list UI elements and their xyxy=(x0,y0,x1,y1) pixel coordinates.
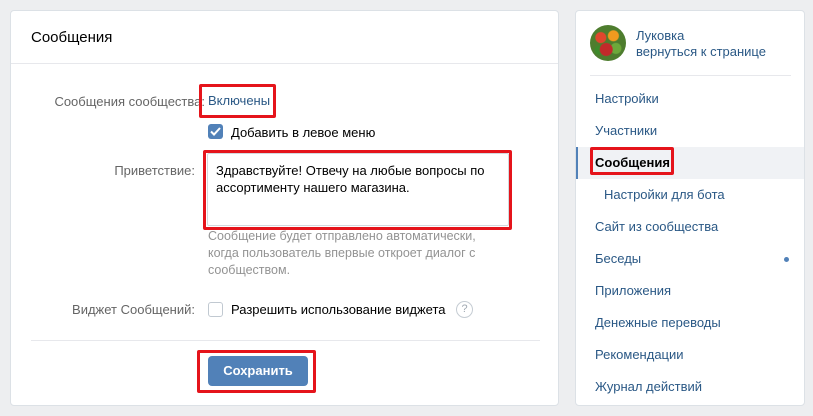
highlight-frame xyxy=(199,84,276,118)
community-messages-label: Сообщения сообщества: xyxy=(54,94,205,109)
highlight-frame xyxy=(197,350,316,393)
sidebar-item-settings[interactable]: Настройки xyxy=(576,83,804,115)
sidebar-item-label: Беседы xyxy=(595,251,642,266)
sidebar-item-label: Настройки xyxy=(595,91,659,106)
unread-dot-icon xyxy=(784,257,789,262)
sidebar-item-label: Журнал действий xyxy=(595,379,703,394)
add-to-menu-checkbox[interactable] xyxy=(208,124,223,139)
sidebar-item-action-log[interactable]: Журнал действий xyxy=(576,371,804,403)
sidebar-item-label: Участники xyxy=(595,123,658,138)
messages-settings-panel: Сообщения Сообщения сообщества: Включены… xyxy=(10,10,559,406)
sidebar-item-label: Настройки для бота xyxy=(604,187,725,202)
sidebar-item-money-transfers[interactable]: Денежные переводы xyxy=(576,307,804,339)
highlight-frame xyxy=(203,150,512,230)
sidebar-item-community-site[interactable]: Сайт из сообщества xyxy=(576,211,804,243)
check-icon xyxy=(210,127,221,136)
sidebar-item-label: Приложения xyxy=(595,283,672,298)
add-to-menu-label[interactable]: Добавить в левое меню xyxy=(231,125,375,140)
sidebar-item-apps[interactable]: Приложения xyxy=(576,275,804,307)
sidebar-item-bot-settings[interactable]: Настройки для бота xyxy=(576,179,804,211)
settings-sidebar: Луковка вернуться к странице Настройки У… xyxy=(575,10,805,406)
sidebar-item-chats[interactable]: Беседы xyxy=(576,243,804,275)
avatar[interactable] xyxy=(590,25,626,61)
back-to-page-link[interactable]: вернуться к странице xyxy=(636,44,766,59)
highlight-frame xyxy=(590,147,674,175)
page-title: Сообщения xyxy=(11,11,558,64)
widget-checkbox[interactable] xyxy=(208,302,223,317)
widget-label: Виджет Сообщений: xyxy=(72,302,195,317)
greeting-hint: Сообщение будет отправлено автоматически… xyxy=(208,229,476,277)
group-name[interactable]: Луковка xyxy=(636,28,684,43)
sidebar-item-members[interactable]: Участники xyxy=(576,115,804,147)
sidebar-item-recommendations[interactable]: Рекомендации xyxy=(576,339,804,371)
widget-checkbox-label[interactable]: Разрешить использование виджета xyxy=(231,302,445,317)
sidebar-item-label: Денежные переводы xyxy=(595,315,721,330)
sidebar-item-label: Рекомендации xyxy=(595,347,684,362)
divider xyxy=(31,340,540,341)
sidebar-item-label: Сайт из сообщества xyxy=(595,219,719,234)
divider xyxy=(590,75,791,76)
help-icon[interactable]: ? xyxy=(456,301,473,318)
greeting-label: Приветствие: xyxy=(114,163,195,178)
